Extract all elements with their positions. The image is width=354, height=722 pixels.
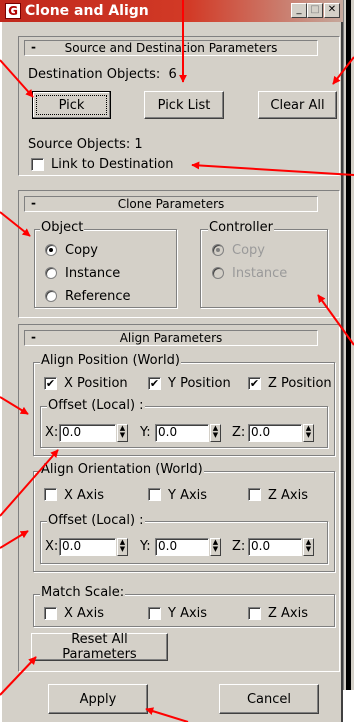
align-header[interactable]: - Align Parameters <box>24 330 318 346</box>
clone-title: Clone Parameters <box>117 197 225 211</box>
clone-header[interactable]: - Clone Parameters <box>24 196 318 212</box>
orientation-offset-title: Offset (Local) : <box>47 513 145 528</box>
scale-y-label[interactable]: Y Axis <box>168 606 207 621</box>
radio-object-reference[interactable] <box>45 290 57 302</box>
controller-instance-label: Instance <box>232 266 288 281</box>
destination-objects-count: 6 <box>168 67 177 82</box>
pos-z-input[interactable]: 0.0 <box>248 424 302 442</box>
link-to-destination-checkbox[interactable] <box>31 158 44 171</box>
object-copy-label[interactable]: Copy <box>65 243 98 258</box>
minimize-button[interactable]: _ <box>291 3 307 18</box>
orient-x-input[interactable]: 0.0 <box>59 538 116 556</box>
orient-x-checkbox[interactable] <box>44 488 57 501</box>
destination-objects-label: Destination Objects: 6 <box>28 67 177 82</box>
orient-x-label[interactable]: X Axis <box>64 488 104 503</box>
pos-z-spinner[interactable]: ▲ ▼ <box>303 424 314 442</box>
orient-x-offset-label: X: <box>45 539 59 554</box>
title-bar[interactable]: G Clone and Align _ □ ✕ <box>0 0 343 22</box>
cancel-button[interactable]: Cancel <box>219 684 319 714</box>
spin-down-icon[interactable]: ▼ <box>306 545 311 553</box>
source-dest-title: Source and Destination Parameters <box>64 41 278 55</box>
scale-z-checkbox[interactable] <box>248 607 261 620</box>
source-objects-label: Source Objects: 1 <box>28 137 143 152</box>
maximize-button: □ <box>307 3 323 18</box>
scale-x-label[interactable]: X Axis <box>64 606 104 621</box>
orient-y-label[interactable]: Y Axis <box>168 488 207 503</box>
link-to-destination-label[interactable]: Link to Destination <box>51 157 174 172</box>
x-position-label[interactable]: X Position <box>64 376 128 391</box>
radio-object-copy[interactable] <box>45 244 57 256</box>
spin-down-icon[interactable]: ▼ <box>306 431 311 439</box>
orient-y-spinner[interactable]: ▲ ▼ <box>210 538 221 556</box>
pick-button[interactable]: Pick <box>32 91 111 119</box>
destination-objects-text: Destination Objects: <box>28 67 161 82</box>
3dsmax-icon: G <box>5 3 21 19</box>
radio-object-instance[interactable] <box>45 267 57 279</box>
x-position-checkbox[interactable]: ✔ <box>44 377 57 390</box>
spin-down-icon[interactable]: ▼ <box>213 431 218 439</box>
radio-controller-instance <box>212 267 224 279</box>
scale-y-checkbox[interactable] <box>148 607 161 620</box>
object-group-title: Object <box>40 220 85 235</box>
z-position-checkbox[interactable]: ✔ <box>248 377 261 390</box>
controller-group-title: Controller <box>208 220 274 235</box>
object-reference-label[interactable]: Reference <box>65 289 130 304</box>
source-dest-header[interactable]: - Source and Destination Parameters <box>24 40 318 56</box>
pick-list-button[interactable]: Pick List <box>144 91 224 119</box>
pos-z-label: Z: <box>232 425 246 440</box>
align-position-title: Align Position (World) <box>40 353 181 368</box>
clear-all-button[interactable]: Clear All <box>258 91 337 119</box>
pos-y-spinner[interactable]: ▲ ▼ <box>210 424 221 442</box>
match-scale-title: Match Scale: <box>40 585 126 600</box>
object-instance-label[interactable]: Instance <box>65 266 120 281</box>
orient-y-input[interactable]: 0.0 <box>155 538 209 556</box>
radio-controller-copy <box>212 244 224 256</box>
reset-all-parameters-button[interactable]: Reset All Parameters <box>31 632 168 662</box>
scale-z-label[interactable]: Z Axis <box>268 606 308 621</box>
orient-z-checkbox[interactable] <box>248 488 261 501</box>
orient-y-offset-label: Y: <box>140 539 151 554</box>
pos-x-spinner[interactable]: ▲ ▼ <box>117 424 128 442</box>
source-objects-count: 1 <box>134 137 143 152</box>
orient-z-offset-label: Z: <box>232 539 246 554</box>
window-title: Clone and Align <box>25 3 149 19</box>
align-title: Align Parameters <box>119 331 223 345</box>
y-position-label[interactable]: Y Position <box>168 376 231 391</box>
source-objects-text: Source Objects: <box>28 137 131 152</box>
close-button[interactable]: ✕ <box>324 3 340 18</box>
spin-down-icon[interactable]: ▼ <box>120 545 125 553</box>
scrollbar-thumb[interactable] <box>346 0 351 690</box>
align-orientation-title: Align Orientation (World) <box>40 462 204 477</box>
spin-down-icon[interactable]: ▼ <box>213 545 218 553</box>
position-offset-title: Offset (Local) : <box>47 398 145 413</box>
pos-x-label: X: <box>45 425 59 440</box>
orient-z-label[interactable]: Z Axis <box>268 488 308 503</box>
orient-y-checkbox[interactable] <box>148 488 161 501</box>
pos-x-input[interactable]: 0.0 <box>59 424 116 442</box>
scale-x-checkbox[interactable] <box>44 607 57 620</box>
orient-z-input[interactable]: 0.0 <box>248 538 302 556</box>
pos-y-input[interactable]: 0.0 <box>155 424 209 442</box>
z-position-label[interactable]: Z Position <box>268 376 332 391</box>
orient-x-spinner[interactable]: ▲ ▼ <box>117 538 128 556</box>
apply-button[interactable]: Apply <box>48 684 148 714</box>
pos-y-label: Y: <box>140 425 151 440</box>
y-position-checkbox[interactable]: ✔ <box>148 377 161 390</box>
spin-down-icon[interactable]: ▼ <box>120 431 125 439</box>
controller-copy-label: Copy <box>232 243 265 258</box>
orient-z-spinner[interactable]: ▲ ▼ <box>303 538 314 556</box>
